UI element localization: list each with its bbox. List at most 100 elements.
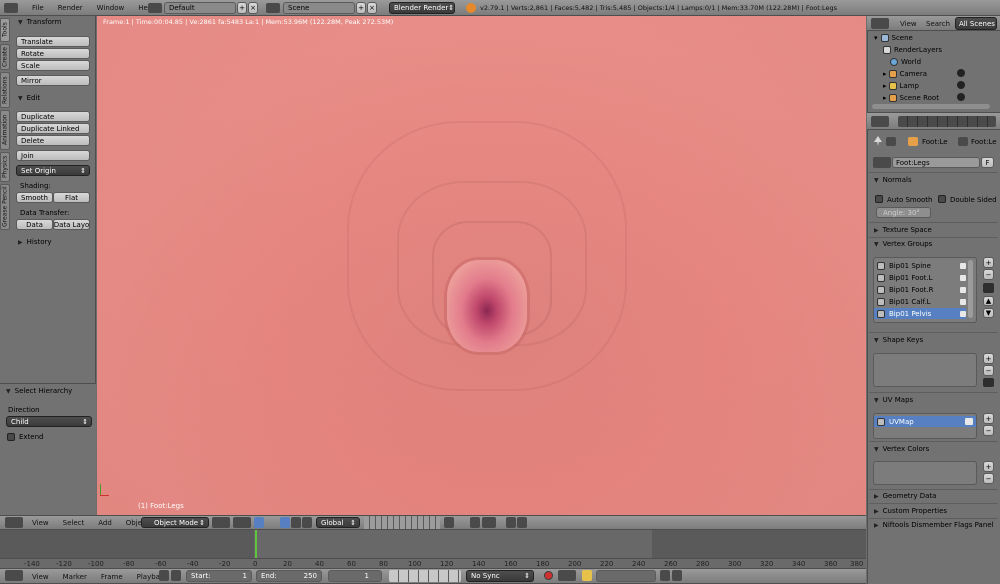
manipulator-toggle-icon[interactable] (254, 517, 264, 528)
vertex-group-specials-icon[interactable] (983, 283, 994, 293)
sync-select[interactable]: No Sync ⇕ (466, 570, 534, 582)
vertex-colors-list[interactable] (873, 461, 977, 485)
vertex-group-item[interactable]: Bip01 Foot.L (874, 272, 966, 283)
remove-vertex-color-button[interactable]: − (983, 473, 994, 484)
outliner-item-lamp[interactable]: ▸ Lamp (880, 80, 990, 91)
layer-buttons[interactable] (364, 516, 440, 529)
niftools-panel-header[interactable]: ▶ Niftools Dismember Flags Panel (874, 521, 998, 529)
shape-key-specials-icon[interactable] (983, 378, 994, 387)
record-icon[interactable] (544, 571, 553, 580)
uv-map-item-active[interactable]: UVMap (874, 416, 976, 427)
menu-window[interactable]: Window (97, 4, 125, 12)
remove-vertex-group-button[interactable]: − (983, 269, 994, 280)
extend-checkbox[interactable] (7, 433, 15, 441)
duplicate-linked-button[interactable]: Duplicate Linked (16, 123, 90, 134)
layout-remove-button[interactable]: × (248, 2, 258, 14)
timeline-editor-icon[interactable] (5, 570, 23, 581)
properties-editor-icon[interactable] (871, 116, 889, 127)
current-frame-field[interactable]: 1 (328, 570, 382, 582)
orientation-select[interactable]: Global ⇕ (316, 517, 360, 528)
shape-keys-list[interactable] (873, 353, 977, 387)
add-uv-map-button[interactable]: + (983, 413, 994, 424)
texture-space-panel-header[interactable]: ▶ Texture Space (874, 226, 932, 234)
view3d-menu-view[interactable]: View (32, 519, 49, 527)
delete-button[interactable]: Delete (16, 135, 90, 146)
render-anim-icon[interactable] (517, 517, 527, 528)
timeline-menu-marker[interactable]: Marker (63, 573, 87, 581)
timeline-menu-view[interactable]: View (32, 573, 49, 581)
double-sided-checkbox[interactable] (938, 195, 946, 203)
set-origin-select[interactable]: Set Origin ⇕ (16, 165, 90, 176)
outliner-view-menu[interactable]: View (900, 20, 917, 28)
add-vertex-color-button[interactable]: + (983, 461, 994, 472)
custom-properties-panel-header[interactable]: ▶ Custom Properties (874, 507, 947, 515)
outliner-item-world[interactable]: World (887, 56, 987, 67)
lock-icon[interactable] (960, 262, 966, 269)
vertex-group-item[interactable]: Bip01 Foot.R (874, 284, 966, 295)
menu-file[interactable]: File (32, 4, 44, 12)
edit-panel-header[interactable]: ▼ Edit (18, 94, 40, 102)
translate-manipulator-icon[interactable] (280, 517, 290, 528)
view3d-menu-select[interactable]: Select (63, 519, 85, 527)
context-tabs[interactable] (898, 116, 996, 127)
lock-icon[interactable] (960, 298, 966, 305)
translate-button[interactable]: Translate (16, 36, 90, 47)
outliner-search-menu[interactable]: Search (926, 20, 950, 28)
move-down-button[interactable]: ▼ (983, 308, 994, 318)
add-shape-key-button[interactable]: + (983, 353, 994, 364)
direction-select[interactable]: Child ⇕ (6, 416, 92, 427)
keyframe-insert-icon[interactable] (582, 570, 592, 581)
render-opengl-icon[interactable] (506, 517, 516, 528)
list-scrollbar[interactable] (968, 260, 973, 318)
outliner-item-scene[interactable]: ▾ Scene (871, 32, 991, 43)
fake-user-button[interactable]: F (981, 157, 994, 168)
outliner-item-camera[interactable]: ▸ Camera (880, 68, 990, 79)
lock-frame-icon[interactable] (171, 570, 181, 581)
data-transfer-button[interactable]: Data (16, 219, 53, 230)
duplicate-button[interactable]: Duplicate (16, 111, 90, 122)
pivot-select-icon[interactable] (233, 517, 251, 528)
outliner-item-renderlayers[interactable]: RenderLayers (880, 44, 990, 55)
flat-button[interactable]: Flat (53, 192, 90, 203)
outliner-scrollbar[interactable] (872, 104, 990, 109)
editor-type-icon[interactable] (5, 517, 23, 528)
scale-manipulator-icon[interactable] (302, 517, 312, 528)
scene-selector[interactable]: Scene (283, 2, 355, 14)
add-vertex-group-button[interactable]: + (983, 257, 994, 268)
vertex-group-item[interactable]: Bip01 Spine (874, 260, 966, 271)
scene-icon[interactable] (266, 3, 280, 13)
outliner-editor-icon[interactable] (871, 18, 889, 29)
vertex-colors-panel-header[interactable]: ▼ Vertex Colors (874, 445, 929, 453)
scene-remove-button[interactable]: × (367, 2, 377, 14)
timeline-menu-frame[interactable]: Frame (101, 573, 123, 581)
rotate-button[interactable]: Rotate (16, 48, 90, 59)
uv-maps-panel-header[interactable]: ▼ UV Maps (874, 396, 913, 404)
outliner-display-select[interactable]: All Scenes (955, 17, 997, 30)
preview-range-icon[interactable] (159, 570, 169, 581)
tab-relations[interactable]: Relations (0, 72, 10, 108)
select-hierarchy-header[interactable]: ▼ Select Hierarchy (6, 387, 72, 395)
vertex-group-item[interactable]: Bip01 Calf.L (874, 296, 966, 307)
layout-add-button[interactable]: + (237, 2, 247, 14)
mode-select[interactable]: Object Mode ⇕ (141, 517, 209, 528)
shading-select-icon[interactable] (212, 517, 230, 528)
blender-logo-icon[interactable] (4, 3, 18, 13)
transform-panel-header[interactable]: ▼ Transform (18, 18, 61, 26)
vertex-group-item-active[interactable]: Bip01 Pelvis (874, 308, 966, 319)
viewport-3d[interactable] (97, 16, 866, 515)
mesh-browse-icon[interactable] (873, 157, 891, 168)
geometry-data-panel-header[interactable]: ▶ Geometry Data (874, 492, 936, 500)
lock-icon[interactable] (960, 274, 966, 281)
tab-grease-pencil[interactable]: Grease Pencil (0, 184, 10, 230)
render-uv-icon[interactable] (965, 418, 973, 425)
mirror-button[interactable]: Mirror (16, 75, 90, 86)
tab-physics[interactable]: Physics (0, 152, 10, 182)
view3d-menu-add[interactable]: Add (98, 519, 112, 527)
visibility-eye-icon[interactable] (957, 69, 965, 77)
mesh-name-field[interactable]: Foot:Legs (892, 157, 980, 168)
auto-smooth-checkbox[interactable] (875, 195, 883, 203)
keyframe-left-icon[interactable] (660, 570, 670, 581)
tab-tools[interactable]: Tools (0, 18, 10, 42)
snap-icon[interactable] (470, 517, 480, 528)
visibility-eye-icon[interactable] (957, 81, 965, 89)
